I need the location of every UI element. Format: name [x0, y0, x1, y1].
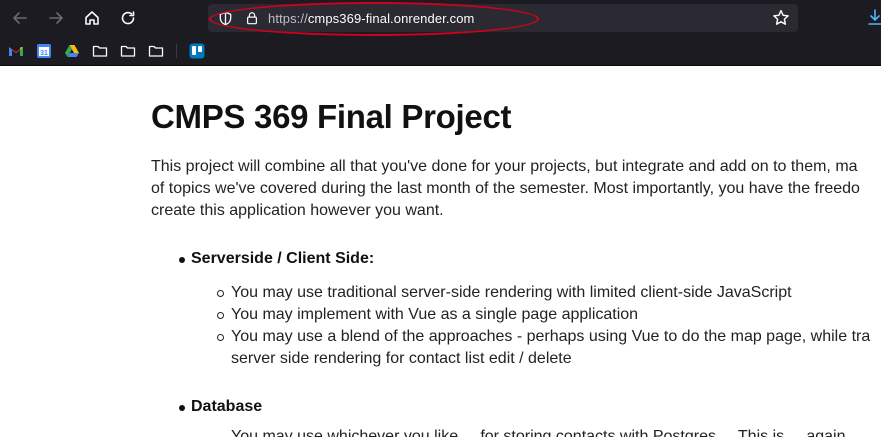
url-bar[interactable]: https://cmps369-final.onrender.com [208, 4, 798, 32]
bookmark-star-button[interactable] [772, 9, 790, 27]
calendar-icon: 31 [37, 43, 51, 58]
bookmark-folder-2[interactable] [120, 43, 136, 59]
forward-button[interactable] [38, 0, 74, 36]
intro-paragraph: This project will combine all that you'v… [151, 156, 860, 222]
bookmark-separator [176, 43, 177, 58]
browser-toolbar: https://cmps369-final.onrender.com [0, 0, 881, 36]
folder-icon [148, 45, 164, 57]
list-item: You may use a blend of the approaches - … [216, 326, 870, 348]
section-serverside-client: Serverside / Client Side: [178, 250, 375, 267]
downloads-button[interactable] [867, 8, 881, 28]
bookmarks-bar: 31 [0, 36, 881, 66]
back-icon [13, 12, 27, 24]
bookmark-drive[interactable] [64, 43, 80, 59]
list-item-continuation: server side rendering for contact list e… [231, 350, 572, 367]
bookmark-trello[interactable] [189, 43, 205, 59]
intro-line: create this application however you want… [151, 202, 444, 219]
star-icon [773, 9, 789, 25]
intro-line: of topics we've covered during the last … [151, 180, 860, 197]
database-first-item-partial: You may use whichever you like ... for s… [231, 428, 846, 437]
bookmark-folder-3[interactable] [148, 43, 164, 59]
lock-icon[interactable] [244, 10, 260, 26]
reload-button[interactable] [110, 0, 146, 36]
intro-line: This project will combine all that you'v… [151, 158, 858, 175]
list-item: You may use traditional server-side rend… [216, 282, 870, 304]
gmail-icon [9, 46, 23, 56]
home-icon [85, 11, 99, 25]
bookmark-folder-1[interactable] [92, 43, 108, 59]
bookmark-gmail[interactable] [8, 43, 24, 59]
home-button[interactable] [74, 0, 110, 36]
page-title: CMPS 369 Final Project [151, 98, 512, 135]
bookmark-calendar[interactable]: 31 [36, 43, 52, 59]
section-database: Database [178, 398, 263, 415]
serverside-options-list: You may use traditional server-side rend… [216, 282, 870, 370]
reload-icon [121, 11, 135, 25]
trello-icon [189, 43, 205, 58]
folder-icon [92, 45, 108, 57]
forward-icon [49, 12, 63, 24]
download-icon [868, 9, 881, 25]
calendar-day: 31 [40, 50, 48, 57]
url-text[interactable]: https://cmps369-final.onrender.com [268, 11, 474, 26]
drive-icon [65, 44, 79, 57]
list-item: You may implement with Vue as a single p… [216, 304, 870, 326]
shield-icon[interactable] [216, 9, 234, 27]
folder-icon [120, 45, 136, 57]
back-button[interactable] [2, 0, 38, 36]
